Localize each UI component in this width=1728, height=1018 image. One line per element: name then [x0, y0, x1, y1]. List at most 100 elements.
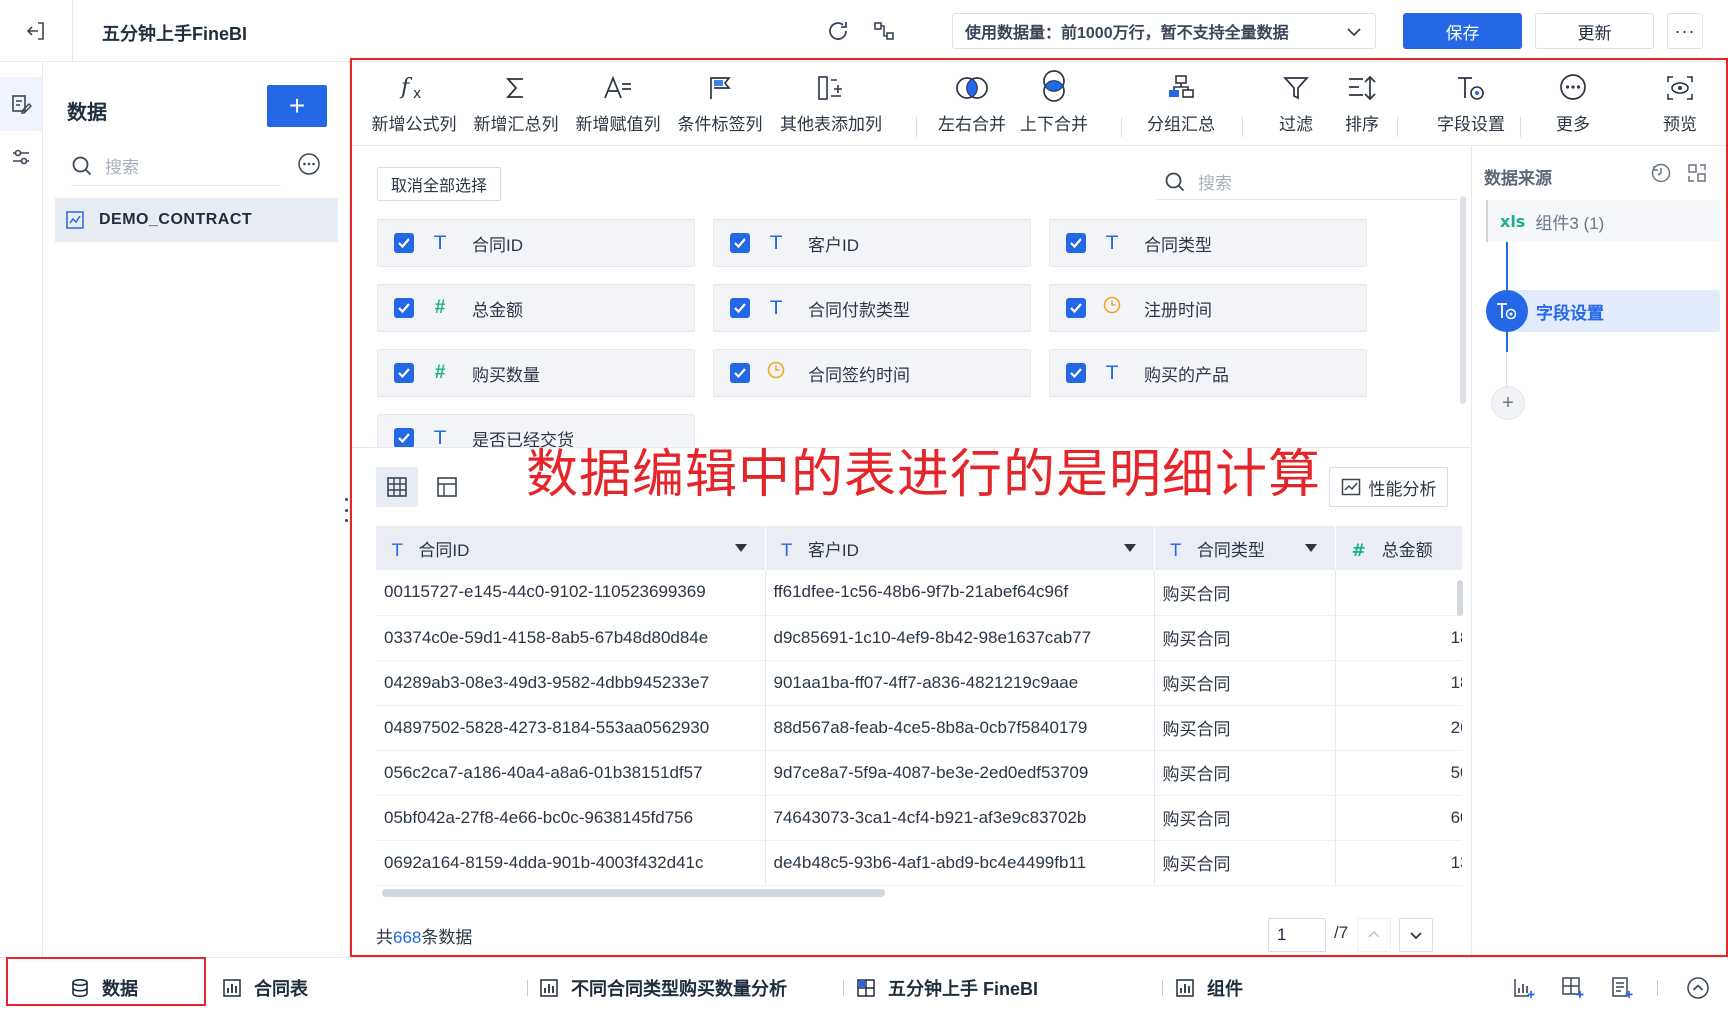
- field-card[interactable]: T 合同付款类型: [713, 284, 1031, 332]
- field-card[interactable]: T 合同类型: [1049, 219, 1367, 267]
- save-button[interactable]: 保存: [1403, 13, 1522, 49]
- tool-merge-left-right[interactable]: 左右合并: [936, 62, 1008, 146]
- filter-icon: [1283, 77, 1309, 100]
- checkbox-checked[interactable]: [1066, 298, 1086, 318]
- tool-add-summary[interactable]: 新增汇总列: [470, 62, 562, 146]
- chart-icon: [223, 979, 241, 997]
- column-name: 客户ID: [807, 540, 859, 560]
- layout-view-toggle[interactable]: [426, 467, 468, 507]
- field-area-scrollbar[interactable]: [1460, 196, 1466, 404]
- expand-panel-button[interactable]: [1686, 162, 1708, 187]
- data-limit-select[interactable]: 使用数据量：前1000万行，暂不支持全量数据: [952, 13, 1376, 49]
- lineage-button[interactable]: [870, 17, 898, 45]
- tab-divider: [1162, 980, 1163, 996]
- group-icon: [1169, 75, 1194, 98]
- checkbox-checked[interactable]: [394, 233, 414, 253]
- field-card[interactable]: # 购买数量: [377, 349, 695, 397]
- table-cell: 50: [1335, 750, 1462, 796]
- tool-condition-tag[interactable]: 条件标签列: [674, 62, 766, 146]
- search-placeholder: 搜索: [105, 158, 139, 177]
- field-search-input[interactable]: 搜索: [1156, 164, 1458, 200]
- panel-resize-handle[interactable]: [343, 498, 349, 522]
- add-dashboard-button[interactable]: [1559, 974, 1587, 1002]
- column-header[interactable]: T 客户ID: [765, 526, 1155, 570]
- tool-filter[interactable]: 过滤: [1266, 62, 1326, 146]
- next-page-button[interactable]: [1399, 918, 1433, 952]
- data-search-input[interactable]: 搜索: [71, 146, 281, 186]
- toolbar-divider: [1121, 117, 1122, 137]
- tool-more[interactable]: 更多: [1538, 62, 1608, 146]
- field-name: 注册时间: [1144, 300, 1212, 320]
- tool-label: 上下合并: [1020, 115, 1088, 134]
- tool-label: 新增公式列: [371, 115, 457, 134]
- table-cell: 04289ab3-08e3-49d3-9582-4dbb945233e7: [376, 660, 766, 706]
- field-card[interactable]: T 购买的产品: [1049, 349, 1367, 397]
- collapse-tabs-button[interactable]: [1684, 974, 1712, 1002]
- tool-merge-top-bottom[interactable]: 上下合并: [1018, 62, 1090, 146]
- checkbox-checked[interactable]: [394, 428, 414, 447]
- add-component-button[interactable]: [1510, 974, 1538, 1002]
- table-cell: 购买合同: [1154, 615, 1336, 661]
- rail-data-edit[interactable]: [0, 77, 42, 131]
- tool-add-formula[interactable]: fx 新增公式列: [368, 62, 460, 146]
- tab-label: 组件: [1207, 979, 1243, 999]
- field-card[interactable]: 注册时间: [1049, 284, 1367, 332]
- field-card[interactable]: # 总金额: [377, 284, 695, 332]
- step-field-settings[interactable]: 字段设置: [1486, 290, 1720, 332]
- table-horizontal-scrollbar[interactable]: [382, 889, 885, 897]
- checkbox-checked[interactable]: [730, 363, 750, 383]
- tool-other-table-add-column[interactable]: 其他表添加列: [776, 62, 886, 146]
- lineage-icon: [874, 22, 894, 40]
- add-report-button[interactable]: [1608, 974, 1636, 1002]
- dropdown-caret-icon[interactable]: [734, 544, 747, 552]
- dropdown-caret-icon[interactable]: [1304, 544, 1317, 552]
- database-icon: [72, 978, 88, 998]
- deselect-all-button[interactable]: 取消全部选择: [377, 167, 501, 201]
- data-source-panel: 数据来源 xls 组件3 (1) 字段设置 +: [1471, 146, 1726, 955]
- tool-group-summary[interactable]: 分组汇总: [1140, 62, 1222, 146]
- data-panel-menu-button[interactable]: [297, 152, 321, 179]
- tab-component[interactable]: 组件: [1175, 958, 1243, 1018]
- tab-contract-table[interactable]: 合同表: [222, 958, 308, 1018]
- previous-page-button[interactable]: [1357, 918, 1391, 952]
- tool-field-settings[interactable]: 字段设置: [1426, 62, 1516, 146]
- field-card[interactable]: 合同签约时间: [713, 349, 1031, 397]
- source-node[interactable]: xls 组件3 (1): [1486, 200, 1720, 242]
- date-type-icon: [1102, 296, 1122, 320]
- tab-contract-type-analysis[interactable]: 不同合同类型购买数量分析: [539, 958, 787, 1018]
- rail-settings[interactable]: [0, 130, 42, 184]
- more-options-button[interactable]: ···: [1667, 13, 1703, 49]
- merge-lr-icon: [956, 77, 988, 99]
- tab-data[interactable]: 数据: [70, 958, 138, 1018]
- preview-icon: [1667, 76, 1693, 100]
- field-card[interactable]: T 客户ID: [713, 219, 1031, 267]
- grid-view-toggle[interactable]: [376, 467, 418, 507]
- tool-sort[interactable]: 排序: [1332, 62, 1392, 146]
- checkbox-checked[interactable]: [730, 298, 750, 318]
- column-header[interactable]: # 总金额: [1335, 526, 1462, 570]
- refresh-button[interactable]: [824, 17, 852, 45]
- tab-dashboard[interactable]: 五分钟上手 FineBI: [856, 958, 1038, 1018]
- column-header[interactable]: T 合同ID: [376, 526, 766, 570]
- field-card[interactable]: T 合同ID: [377, 219, 695, 267]
- checkbox-checked[interactable]: [394, 298, 414, 318]
- update-button[interactable]: 更新: [1535, 13, 1654, 49]
- tool-add-assign[interactable]: 新增赋值列: [572, 62, 664, 146]
- history-button[interactable]: [1650, 162, 1672, 187]
- add-data-button[interactable]: +: [267, 85, 327, 127]
- performance-analysis-button[interactable]: 性能分析: [1329, 467, 1448, 507]
- column-header[interactable]: T 合同类型: [1154, 526, 1336, 570]
- formula-icon: fx: [399, 75, 421, 102]
- dropdown-caret-icon[interactable]: [1123, 544, 1136, 552]
- add-step-button[interactable]: +: [1491, 386, 1525, 420]
- table-row: 04289ab3-08e3-49d3-9582-4dbb945233e7 901…: [376, 660, 1462, 706]
- tool-preview[interactable]: 预览: [1648, 62, 1712, 146]
- table-vertical-scrollbar[interactable]: [1457, 580, 1463, 616]
- table-item-demo-contract[interactable]: DEMO_CONTRACT: [55, 198, 338, 242]
- checkbox-checked[interactable]: [394, 363, 414, 383]
- checkbox-checked[interactable]: [730, 233, 750, 253]
- checkbox-checked[interactable]: [1066, 363, 1086, 383]
- checkbox-checked[interactable]: [1066, 233, 1086, 253]
- exit-button[interactable]: [0, 0, 73, 62]
- page-number-input[interactable]: 1: [1268, 918, 1326, 952]
